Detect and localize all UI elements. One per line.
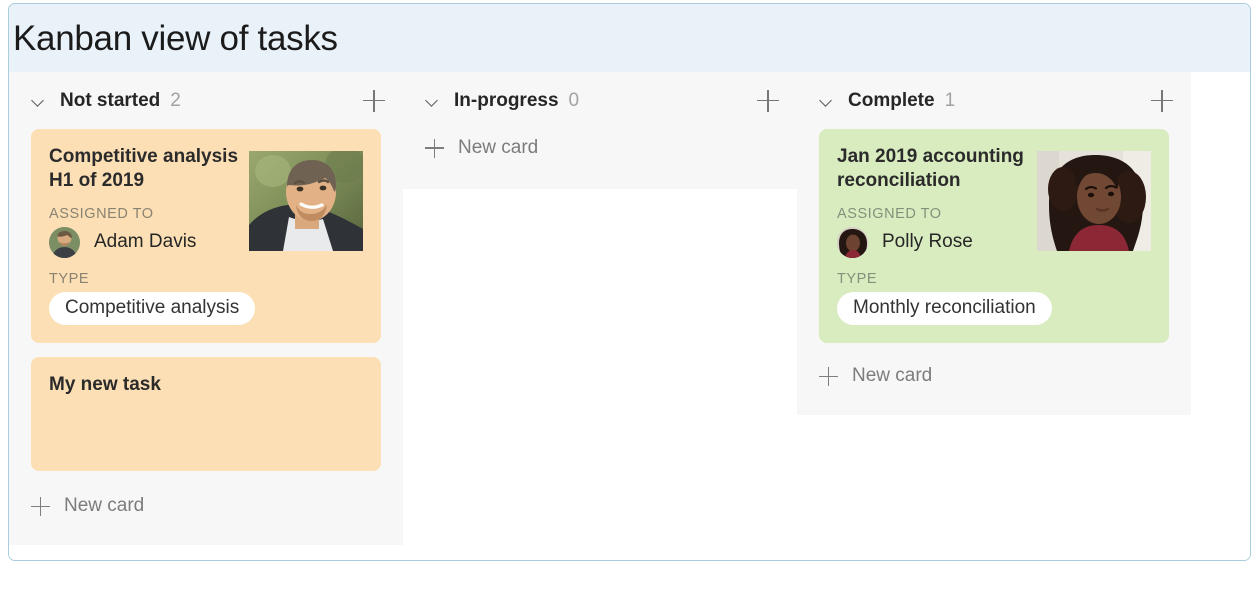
column-title: In-progress: [454, 89, 559, 111]
adam-davis-photo: [249, 151, 363, 251]
kanban-columns: Not started 2 Competitive analysis H1 of…: [9, 72, 1250, 560]
column-header-in-progress: In-progress 0: [403, 72, 797, 129]
card-type-tag[interactable]: Monthly reconciliation: [837, 291, 1052, 326]
card-list-complete: Jan 2019 accounting reconciliation ASSIG…: [797, 129, 1191, 344]
assignee-name: Adam Davis: [94, 231, 197, 253]
polly-rose-avatar: [837, 226, 868, 258]
chevron-down-icon[interactable]: [819, 93, 834, 108]
adam-davis-avatar: [49, 226, 80, 258]
add-card-icon[interactable]: [1151, 89, 1173, 112]
polly-rose-photo: [1037, 151, 1151, 251]
card-title: My new task: [49, 374, 161, 396]
add-card-icon[interactable]: [757, 89, 779, 112]
new-card-button-not-started[interactable]: New card: [9, 485, 403, 545]
page-title: Kanban view of tasks: [13, 18, 338, 58]
kanban-card[interactable]: Competitive analysis H1 of 2019 ASSIGNED…: [31, 129, 381, 344]
plus-icon: [819, 366, 838, 386]
column-title: Complete: [848, 89, 935, 111]
column-header-complete: Complete 1: [797, 72, 1191, 129]
plus-icon: [425, 138, 444, 158]
column-title: Not started: [60, 89, 161, 111]
board-header: Kanban view of tasks: [9, 4, 1250, 72]
column-card-count: 2: [170, 89, 181, 111]
card-type-tag[interactable]: Competitive analysis: [49, 291, 256, 326]
new-card-label: New card: [458, 137, 539, 158]
new-card-label: New card: [852, 365, 933, 387]
new-card-button-in-progress[interactable]: New card: [403, 129, 797, 189]
chevron-down-icon[interactable]: [425, 93, 440, 108]
kanban-board: Kanban view of tasks Not started 2 Compe…: [8, 3, 1251, 561]
add-card-icon[interactable]: [363, 89, 385, 112]
kanban-card[interactable]: My new task: [31, 357, 381, 472]
type-label: TYPE: [49, 270, 90, 287]
column-card-count: 1: [944, 89, 956, 111]
type-label: TYPE: [837, 270, 878, 287]
new-card-label: New card: [64, 495, 145, 517]
kanban-column-not-started: Not started 2 Competitive analysis H1 of…: [9, 72, 403, 546]
assignee-name: Polly Rose: [882, 231, 973, 253]
kanban-column-in-progress: In-progress 0 New card: [403, 72, 797, 189]
kanban-column-complete: Complete 1 Jan 2019 accounting reconcili…: [797, 72, 1191, 416]
kanban-card[interactable]: Jan 2019 accounting reconciliation ASSIG…: [819, 129, 1169, 344]
chevron-down-icon[interactable]: [31, 93, 46, 108]
column-card-count: 0: [568, 89, 580, 111]
card-list-not-started: Competitive analysis H1 of 2019 ASSIGNED…: [9, 129, 403, 472]
new-card-button-complete[interactable]: New card: [797, 357, 1191, 415]
column-header-not-started: Not started 2: [9, 72, 403, 129]
card-title: Jan 2019 accounting reconciliation: [837, 146, 1024, 192]
plus-icon: [31, 496, 50, 516]
card-title: Competitive analysis H1 of 2019: [49, 146, 239, 192]
